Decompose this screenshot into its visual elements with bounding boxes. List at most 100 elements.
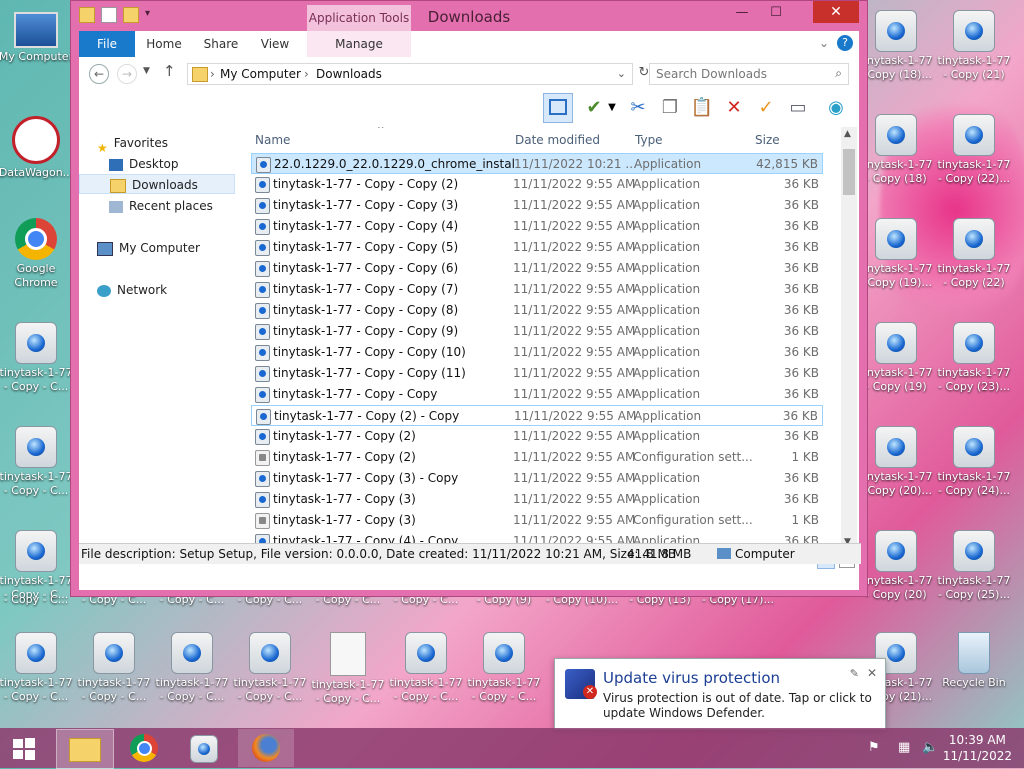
help-icon[interactable]: ? <box>837 35 853 51</box>
desktop-icon-tinytask[interactable]: tinytask-1-77 - Copy (20)... <box>858 420 934 520</box>
maximize-button[interactable]: ☐ <box>763 3 789 23</box>
scroll-up-icon[interactable]: ▲ <box>844 129 851 139</box>
breadcrumb-downloads[interactable]: Downloads <box>316 67 382 81</box>
minimize-button[interactable]: — <box>729 3 755 23</box>
network-tray-icon[interactable]: ▦ <box>898 740 910 755</box>
desktop-icon-tiny[interactable]: tinytask-1-77 - Copy - C... <box>232 626 308 726</box>
file-row[interactable]: tinytask-1-77 - Copy (3) 11/11/2022 9:55 … <box>251 510 823 531</box>
taskbar-file-explorer[interactable] <box>56 729 114 769</box>
desktop-icon-tinytask[interactable]: tinytask-1-77 - Copy (23)... <box>936 316 1012 416</box>
globe-icon[interactable]: ◉ <box>823 95 849 121</box>
close-button[interactable]: ✕ <box>813 1 859 23</box>
recent-locations-icon[interactable]: ▼ <box>143 66 150 76</box>
nav-recent-places[interactable]: Recent places <box>79 196 265 216</box>
column-size[interactable]: Size <box>755 133 780 147</box>
taskbar-chrome[interactable] <box>116 729 172 767</box>
file-row[interactable]: tinytask-1-77 - Copy - Copy (6) 11/11/202… <box>251 258 823 279</box>
search-input[interactable]: Search Downloads ⌕ <box>649 63 849 85</box>
desktop-icon-tinytask[interactable]: tinytask-1-77 - Copy (22)... <box>936 108 1012 208</box>
file-row[interactable]: tinytask-1-77 - Copy - Copy (8) 11/11/202… <box>251 300 823 321</box>
scroll-thumb[interactable] <box>843 149 855 195</box>
rename-icon[interactable]: ✓ <box>753 95 779 121</box>
desktop-icon-tinytask[interactable]: tinytask-1-77 - Copy (18) <box>858 108 934 208</box>
nav-desktop[interactable]: Desktop <box>79 154 265 174</box>
pin-icon[interactable]: ✎ <box>850 667 859 680</box>
vertical-scrollbar[interactable]: ▲ ▼ <box>841 127 857 549</box>
desktop-icon-datawagon[interactable]: DataWagon... <box>0 110 74 210</box>
address-dropdown-icon[interactable]: ⌄ <box>617 67 626 80</box>
explorer-window[interactable]: ▾ Application Tools Downloads — ☐ ✕ File… <box>70 0 868 597</box>
file-row[interactable]: tinytask-1-77 - Copy - Copy (3) 11/11/202… <box>251 195 823 216</box>
desktop-icon-tiny[interactable]: tinytask-1-77 - Copy - C... <box>466 626 542 726</box>
desktop-icon-tinytask[interactable]: tinytask-1-77 - Copy (19)... <box>858 212 934 312</box>
defender-notification[interactable]: ✕ Update virus protection Virus protecti… <box>554 658 886 730</box>
file-row[interactable]: tinytask-1-77 - Copy - Copy (10) 11/11/20… <box>251 342 823 363</box>
start-button[interactable] <box>0 729 48 767</box>
column-name[interactable]: Name <box>255 133 290 147</box>
title-bar[interactable]: ▾ Application Tools Downloads — ☐ ✕ <box>71 1 867 31</box>
tab-home[interactable]: Home <box>139 31 189 57</box>
file-row[interactable]: tinytask-1-77 - Copy - Copy (2) 11/11/202… <box>251 174 823 195</box>
file-row[interactable]: tinytask-1-77 - Copy - Copy (4) 11/11/202… <box>251 216 823 237</box>
file-row[interactable]: 22.0.1229.0_22.0.1229.0_chrome_installer… <box>251 153 823 174</box>
desktop-icon-tinytask[interactable]: tinytask-1-77 - Copy (22) <box>936 212 1012 312</box>
desktop-icon-tinytask[interactable]: tinytask-1-77 - Copy (24)... <box>936 420 1012 520</box>
file-row[interactable]: tinytask-1-77 - Copy - Copy (11) 11/11/20… <box>251 363 823 384</box>
file-row[interactable]: tinytask-1-77 - Copy (3) - Copy 11/11/202… <box>251 468 823 489</box>
breadcrumb-my-computer[interactable]: My Computer <box>220 67 301 81</box>
desktop-icon-tinytask[interactable]: tinytask-1-77 - Copy (21) <box>936 4 1012 104</box>
tab-share[interactable]: Share <box>197 31 245 57</box>
desktop-icon-tinytask[interactable]: tinytask-1-77 - Copy (19) <box>858 316 934 416</box>
clock[interactable]: 10:39 AM 11/11/2022 <box>943 732 1012 764</box>
file-row[interactable]: tinytask-1-77 - Copy (2) 11/11/2022 9:55 … <box>251 426 823 447</box>
desktop-icon-cfg[interactable]: tinytask-1-77 - Copy - C... <box>310 626 386 726</box>
tab-file[interactable]: File <box>79 31 135 57</box>
file-row[interactable]: tinytask-1-77 - Copy (3) 11/11/2022 9:55 … <box>251 489 823 510</box>
desktop-icon-bin[interactable]: Recycle Bin <box>936 626 1012 726</box>
preview-pane-icon[interactable] <box>543 93 573 123</box>
desktop-icon-tinytask[interactable]: tinytask-1-77 - Copy (20) <box>858 524 934 624</box>
up-button[interactable]: ↑ <box>163 62 176 80</box>
nav-favorites[interactable]: ★ Favorites <box>79 133 253 155</box>
tab-view[interactable]: View <box>253 31 297 57</box>
desktop-icon-computer[interactable]: My Computer <box>0 6 74 106</box>
address-bar[interactable]: › My Computer › Downloads ⌄ <box>187 63 633 85</box>
file-row[interactable]: tinytask-1-77 - Copy - Copy (5) 11/11/202… <box>251 237 823 258</box>
ribbon-expand-icon[interactable]: ⌄ <box>819 36 829 50</box>
desktop-icon-chrome[interactable]: Google Chrome <box>0 212 74 312</box>
tab-manage[interactable]: Manage <box>307 31 411 57</box>
desktop-icon-tinytask[interactable]: tinytask-1-77 - Copy (25)... <box>936 524 1012 624</box>
volume-icon[interactable]: 🔈 <box>922 740 938 755</box>
new-item-icon[interactable]: ▭ <box>785 95 811 121</box>
nav-network[interactable]: Network <box>79 280 253 300</box>
file-list[interactable]: Name ^ Date modified Type Size 22.0.1229… <box>249 127 857 549</box>
file-row[interactable]: tinytask-1-77 - Copy - Copy (9) 11/11/202… <box>251 321 823 342</box>
file-row[interactable]: tinytask-1-77 - Copy (2) - Copy 11/11/202… <box>251 405 823 426</box>
chevron-down-icon[interactable]: ▼ <box>605 95 619 121</box>
column-date-modified[interactable]: Date modified <box>515 133 600 147</box>
nav-downloads[interactable]: Downloads <box>79 174 235 194</box>
delete-icon[interactable]: ✕ <box>721 95 747 121</box>
forward-button[interactable]: → <box>117 64 137 84</box>
cut-icon[interactable]: ✂ <box>625 95 651 121</box>
desktop-icon-label[interactable]: - Copy - C... <box>0 593 74 607</box>
desktop-icon-tinytask[interactable]: tinytask-1-77 - Copy (18)... <box>858 4 934 104</box>
file-row[interactable]: tinytask-1-77 - Copy - Copy (7) 11/11/202… <box>251 279 823 300</box>
desktop-icon-tiny[interactable]: tinytask-1-77 - Copy - C... <box>76 626 152 726</box>
desktop-icon-tiny[interactable]: tinytask-1-77 - Copy - C... <box>0 524 74 624</box>
tray-flag-icon[interactable]: ⚑ <box>868 740 880 755</box>
desktop-icon-tiny[interactable]: tinytask-1-77 - Copy - C... <box>0 626 74 726</box>
file-row[interactable]: tinytask-1-77 - Copy - Copy 11/11/2022 9:… <box>251 384 823 405</box>
close-icon[interactable]: ✕ <box>867 666 877 680</box>
paste-icon[interactable]: 📋 <box>689 95 715 121</box>
desktop-icon-tiny[interactable]: tinytask-1-77 - Copy - C... <box>388 626 464 726</box>
search-icon[interactable]: ⌕ <box>835 66 842 81</box>
properties-icon[interactable]: ✔ <box>581 95 607 121</box>
back-button[interactable]: ← <box>89 64 109 84</box>
desktop-icon-tiny[interactable]: tinytask-1-77 - Copy - C... <box>0 316 74 416</box>
column-type[interactable]: Type <box>635 133 663 147</box>
desktop-icon-tiny[interactable]: tinytask-1-77 - Copy - C... <box>0 420 74 520</box>
desktop-icon-tiny[interactable]: tinytask-1-77 - Copy - C... <box>154 626 230 726</box>
copy-icon[interactable]: ❐ <box>657 95 683 121</box>
file-row[interactable]: tinytask-1-77 - Copy (2) 11/11/2022 9:55 … <box>251 447 823 468</box>
